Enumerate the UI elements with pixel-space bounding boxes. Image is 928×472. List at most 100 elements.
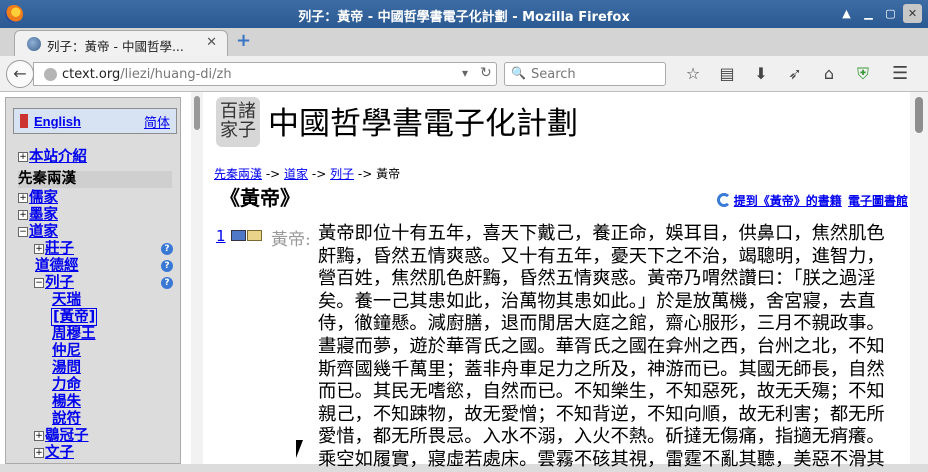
- dictionary-icon[interactable]: [247, 230, 262, 241]
- sidebar-item-label[interactable]: 仲尼: [52, 343, 81, 359]
- sidebar-item-huangdi[interactable]: [黃帝]: [51, 308, 98, 326]
- site-identity-icon[interactable]: [44, 68, 57, 81]
- sidebar-item-label[interactable]: 道家: [29, 224, 58, 240]
- sidebar-item-liming[interactable]: 力命: [52, 377, 81, 394]
- url-text[interactable]: ctext.org/liezi/huang-di/zh: [62, 67, 232, 82]
- sidebar-item-mohism[interactable]: + 墨家: [18, 207, 58, 224]
- sidebar-item-heguanzi[interactable]: + 鶡冠子: [34, 428, 89, 445]
- search-bar[interactable]: 🔍: [504, 62, 666, 86]
- sidebar-item-label[interactable]: 列子: [45, 275, 74, 291]
- sidebar-item-label[interactable]: 道德經: [35, 258, 79, 274]
- page-content: English 简体 + 本站介紹 先秦兩漢 + 儒家 + 墨家 − 道家 + 莊子 ? …: [0, 92, 928, 470]
- breadcrumb-liezi[interactable]: 列子: [330, 167, 354, 181]
- share-icon[interactable]: ➶: [778, 64, 812, 84]
- sidebar-item-wenzi[interactable]: + 文子: [34, 445, 74, 462]
- text-line: 黃帝即位十有五年，喜天下戴己，養正命，娛耳目，供鼻口，焦然肌色: [318, 223, 885, 244]
- help-icon[interactable]: ?: [161, 243, 173, 255]
- sidebar-item-yangzhu[interactable]: 楊朱: [52, 394, 81, 411]
- browser-tab[interactable]: 列子：黃帝 - 中國哲學... ✕: [14, 30, 228, 56]
- sidebar-item-zhuangzi[interactable]: + 莊子: [34, 241, 74, 258]
- page-scroll-thumb[interactable]: [915, 97, 923, 133]
- url-dropdown-icon[interactable]: ▾: [462, 66, 468, 80]
- expand-icon[interactable]: +: [18, 152, 28, 162]
- new-tab-plus-icon[interactable]: +: [236, 30, 251, 51]
- simplified-link[interactable]: 简体: [144, 112, 170, 131]
- window-close-button[interactable]: ✕: [903, 4, 922, 23]
- site-logo[interactable]: 百諸 家子: [216, 97, 260, 147]
- url-bar[interactable]: ctext.org/liezi/huang-di/zh ▾ ↻: [33, 62, 497, 86]
- page-scrollbar[interactable]: [910, 92, 928, 464]
- breadcrumb-daoism[interactable]: 道家: [284, 167, 308, 181]
- paragraph-number-link[interactable]: 1: [216, 227, 226, 245]
- sidebar-item-label[interactable]: 鶡冠子: [45, 428, 89, 444]
- books-mentioning-link[interactable]: 提到《黃帝》的書籍: [734, 194, 842, 208]
- breadcrumb-pre-qin[interactable]: 先秦兩漢: [214, 167, 262, 181]
- sidebar-item-zhoumuwang[interactable]: 周穆王: [52, 326, 96, 343]
- window-title: 列子：黃帝 - 中國哲學書電子化計劃 - Mozilla Firefox: [298, 10, 630, 25]
- sidebar-item-zhongni[interactable]: 仲尼: [52, 343, 81, 360]
- breadcrumb-sep: ->: [354, 167, 377, 181]
- sidebar-item-label[interactable]: 湯問: [52, 360, 81, 376]
- sidebar-item-tianrui[interactable]: 天瑞: [52, 292, 81, 309]
- sidebar-item-label[interactable]: 莊子: [45, 241, 74, 257]
- sidebar-item-label[interactable]: [黃帝]: [51, 308, 98, 326]
- help-icon[interactable]: ?: [161, 277, 173, 289]
- sidebar-item-pre-qin[interactable]: 先秦兩漢: [18, 171, 172, 188]
- breadcrumb-sep: ->: [262, 167, 285, 181]
- expand-icon[interactable]: +: [18, 210, 28, 220]
- sidebar-item-daoism[interactable]: − 道家: [18, 224, 58, 241]
- expand-icon[interactable]: +: [34, 448, 44, 458]
- reload-icon[interactable]: ↻: [480, 65, 492, 81]
- shield-icon[interactable]: ⛨: [846, 64, 880, 84]
- tab-close-icon[interactable]: ✕: [206, 35, 217, 50]
- speaker-label: 黃帝:: [271, 230, 311, 250]
- expand-icon[interactable]: +: [34, 431, 44, 441]
- bookmark-star-icon[interactable]: ☆: [676, 64, 710, 84]
- sidebar-item-daodejing[interactable]: 道德經: [35, 258, 79, 275]
- sidebar-item-label[interactable]: 楊朱: [52, 394, 81, 410]
- sidebar-item-tangwen[interactable]: 湯問: [52, 360, 81, 377]
- refresh-icon[interactable]: [716, 193, 731, 207]
- search-input[interactable]: [529, 65, 661, 83]
- collapse-icon[interactable]: −: [18, 227, 28, 237]
- downloads-icon[interactable]: ⬇: [744, 64, 778, 84]
- sidebar-item-shuofu[interactable]: 說符: [52, 411, 81, 428]
- breadcrumb: 先秦兩漢 -> 道家 -> 列子 -> 黃帝: [214, 165, 400, 182]
- sidebar-item-label[interactable]: 墨家: [29, 207, 58, 223]
- reading-list-icon[interactable]: ▤: [710, 64, 744, 84]
- sidebar-item-label[interactable]: 本站介紹: [29, 149, 87, 165]
- sidebar-scrollbar[interactable]: [191, 92, 203, 464]
- main-text: 黃帝即位十有五年，喜天下戴己，養正命，娛耳目，供鼻口，焦然肌色 皯黣，昏然五情爽…: [318, 223, 910, 472]
- tab-bar: 列子：黃帝 - 中國哲學... ✕ +: [0, 28, 928, 56]
- collapse-icon[interactable]: −: [34, 278, 44, 288]
- sidebar-item-label[interactable]: 周穆王: [52, 326, 96, 342]
- help-icon[interactable]: ?: [161, 260, 173, 272]
- sidebar-item-label[interactable]: 文子: [45, 445, 74, 461]
- english-link[interactable]: English: [34, 114, 81, 129]
- text-line: 親己，不知踈物，故无愛憎；不知背逆，不知向順，故无利害；都无所: [318, 403, 885, 425]
- back-button[interactable]: ←: [6, 60, 34, 88]
- search-engine-icon[interactable]: 🔍: [511, 66, 526, 80]
- sidebar-item-label[interactable]: 天瑞: [52, 292, 81, 308]
- sidebar-item-label[interactable]: 說符: [52, 411, 81, 427]
- expand-icon[interactable]: +: [18, 193, 28, 203]
- page-title: 《黃帝》: [220, 186, 300, 210]
- hamburger-menu-icon[interactable]: ☰: [892, 63, 908, 84]
- sidebar-item-liezi[interactable]: − 列子: [34, 275, 74, 292]
- sidebar-scroll-thumb[interactable]: [194, 96, 200, 130]
- parallel-passages-icon[interactable]: [231, 230, 246, 241]
- home-icon[interactable]: ⌂: [812, 64, 846, 84]
- sidebar-item-label[interactable]: 儒家: [29, 190, 58, 206]
- breadcrumb-current: 黃帝: [376, 167, 401, 181]
- window-minimize-button[interactable]: ▁: [859, 4, 878, 23]
- title-bar: 列子：黃帝 - 中國哲學書電子化計劃 - Mozilla Firefox ▲ ▁…: [0, 0, 928, 28]
- sidebar-item-confucianism[interactable]: + 儒家: [18, 190, 58, 207]
- sidebar-item-label: 先秦兩漢: [18, 171, 76, 187]
- sidebar-item-label[interactable]: 力命: [52, 377, 81, 393]
- mouse-cursor-icon: [296, 440, 303, 458]
- sidebar-item-site-intro[interactable]: + 本站介紹: [18, 149, 87, 166]
- window-maximize-button[interactable]: ▢: [881, 4, 900, 23]
- digital-library-link[interactable]: 電子圖書館: [848, 194, 908, 208]
- expand-icon[interactable]: +: [34, 244, 44, 254]
- window-up-icon[interactable]: ▲: [837, 4, 856, 23]
